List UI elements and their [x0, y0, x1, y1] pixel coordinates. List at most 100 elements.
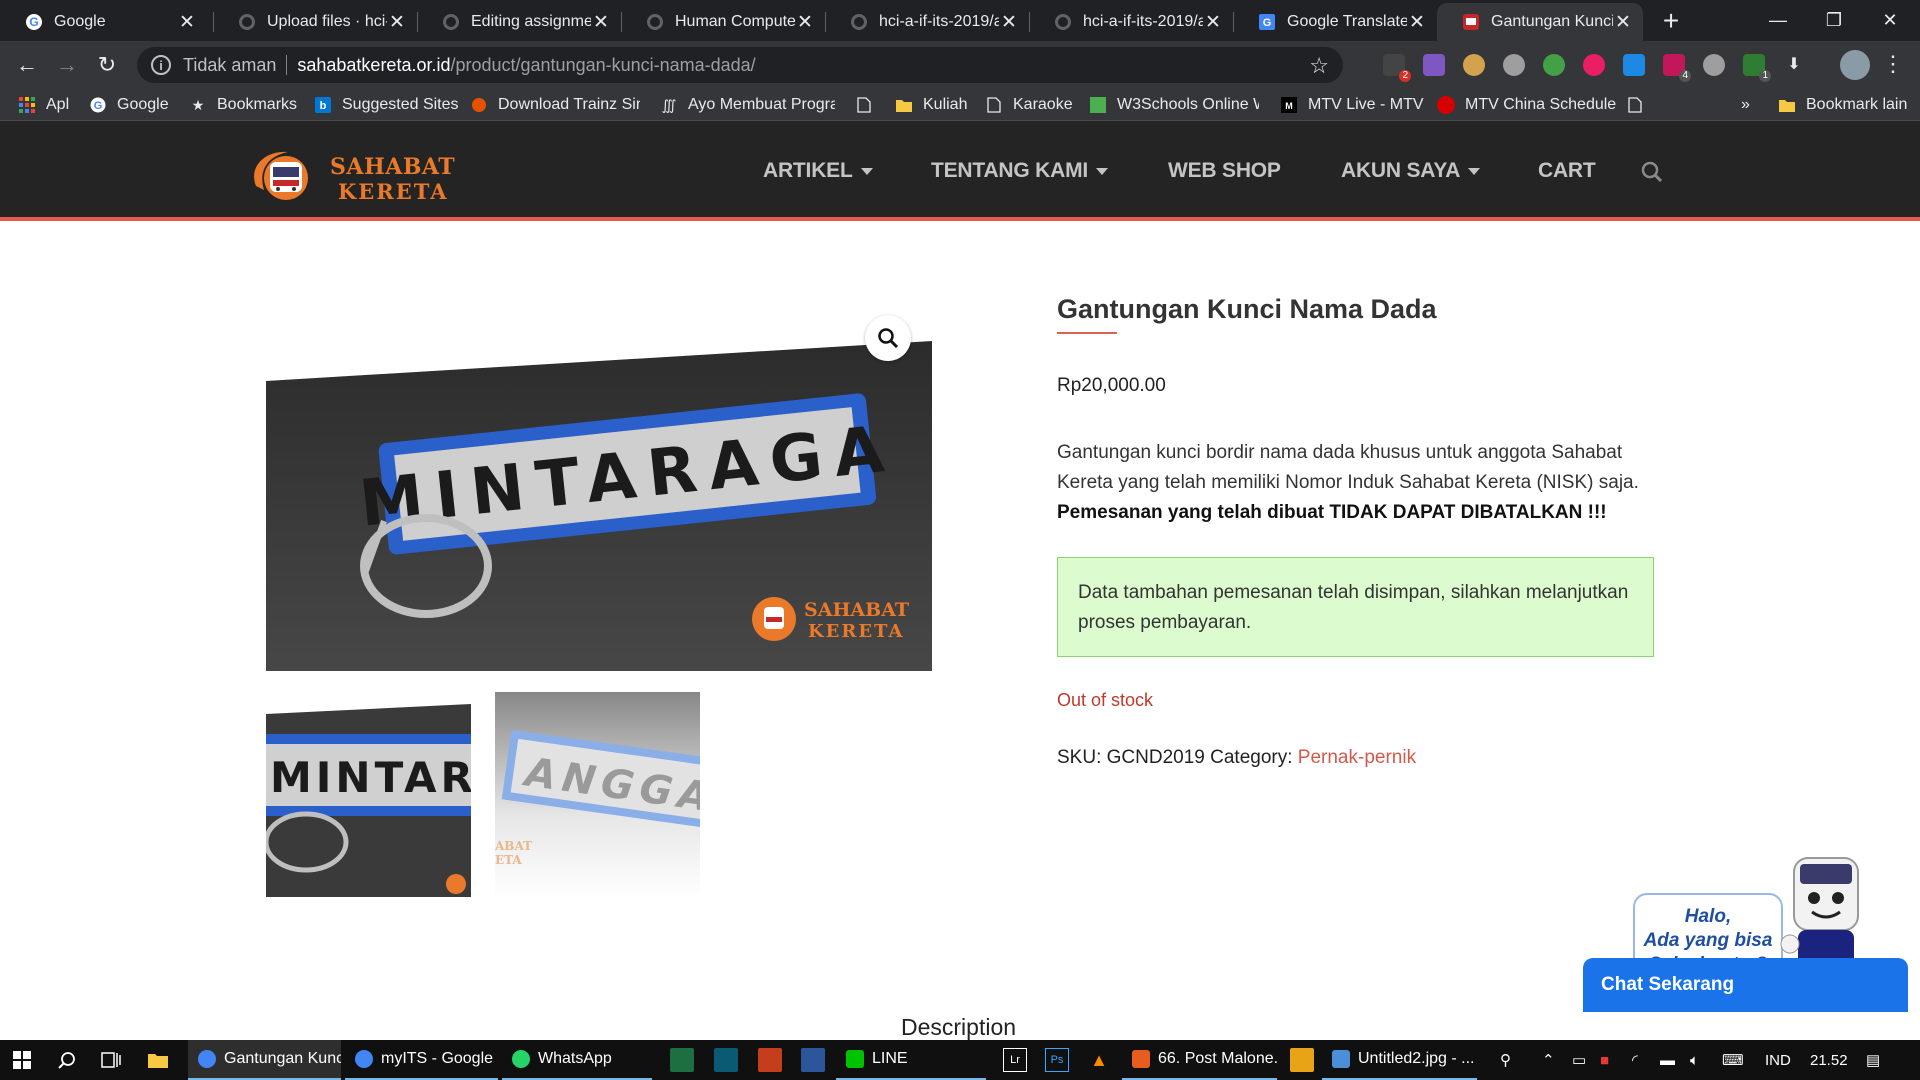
- bookmark-ayo-membuat[interactable]: ∭ Ayo Membuat Progra: [660, 93, 835, 117]
- info-icon[interactable]: i: [151, 55, 171, 75]
- nav-tentang-kami[interactable]: TENTANG KAMI: [931, 159, 1109, 183]
- windows-start-icon[interactable]: [10, 1048, 34, 1072]
- extension-icon[interactable]: [1543, 54, 1565, 76]
- tab-editing-assignment[interactable]: Editing assignmen ✕: [417, 3, 621, 41]
- taskbar-app-chrome[interactable]: myITS - Google ...: [345, 1040, 498, 1080]
- category-link[interactable]: Pernak-pernik: [1298, 747, 1416, 768]
- notifications-icon[interactable]: ▤: [1866, 1040, 1880, 1080]
- extension-icon[interactable]: [1503, 54, 1525, 76]
- antivirus-icon[interactable]: ■: [1600, 1040, 1609, 1080]
- minimize-icon[interactable]: —: [1750, 0, 1806, 40]
- word-icon[interactable]: [801, 1048, 825, 1072]
- sublime-text-icon[interactable]: [1290, 1048, 1314, 1072]
- volume-icon[interactable]: 🔈︎: [1690, 1040, 1699, 1080]
- search-icon[interactable]: [1640, 160, 1664, 184]
- bookmark-page[interactable]: [855, 93, 883, 117]
- powerpoint-icon[interactable]: [758, 1048, 782, 1072]
- wifi-icon[interactable]: ◜: [1632, 1040, 1638, 1080]
- close-icon[interactable]: ✕: [387, 11, 407, 34]
- extension-icon[interactable]: [1423, 54, 1445, 76]
- people-icon[interactable]: ⚲: [1500, 1040, 1511, 1080]
- bookmark-page[interactable]: [1626, 93, 1654, 117]
- close-icon[interactable]: ✕: [1407, 11, 1427, 34]
- search-icon[interactable]: [55, 1048, 79, 1072]
- bookmark-suggested-sites[interactable]: b Suggested Sites: [314, 93, 459, 117]
- menu-kebab-icon[interactable]: ⋮: [1882, 51, 1904, 79]
- restore-icon[interactable]: ❐: [1806, 0, 1862, 40]
- close-icon[interactable]: ✕: [177, 11, 197, 34]
- file-explorer-icon[interactable]: [146, 1048, 170, 1072]
- bookmark-google[interactable]: G Google: [89, 93, 169, 117]
- tab-description[interactable]: Description: [901, 1014, 1016, 1041]
- tab-google[interactable]: G Google ✕: [0, 3, 207, 41]
- bookmark-other-folder[interactable]: Bookmark lain: [1778, 93, 1907, 117]
- tab-upload-files[interactable]: Upload files · hci-a ✕: [213, 3, 417, 41]
- tab-google-translate[interactable]: G Google Translate ✕: [1233, 3, 1437, 41]
- bookmark-karaoke[interactable]: Karaoke: [985, 93, 1073, 117]
- close-icon[interactable]: ✕: [1613, 11, 1633, 34]
- product-meta: SKU: GCND2019 Category: Pernak-pernik: [1057, 747, 1416, 769]
- vlc-icon[interactable]: ▲: [1087, 1048, 1111, 1072]
- product-main-image[interactable]: MINTARAGA SAHABAT KERETA: [266, 321, 932, 671]
- nav-web-shop[interactable]: WEB SHOP: [1168, 159, 1281, 183]
- photoshop-icon[interactable]: Ps: [1045, 1048, 1069, 1072]
- bookmark-bookmarks[interactable]: ★ Bookmarks: [189, 93, 297, 117]
- language-indicator[interactable]: IND: [1765, 1040, 1791, 1080]
- bookmark-apps[interactable]: Apl: [18, 93, 69, 117]
- product-thumbnail-2[interactable]: ANGGA ABAT ETA: [495, 692, 700, 897]
- bookmark-label: Suggested Sites: [342, 96, 459, 113]
- new-tab-button[interactable]: +: [1656, 6, 1686, 36]
- tab-human-computer[interactable]: Human Computer ✕: [621, 3, 825, 41]
- nav-cart[interactable]: CART: [1538, 159, 1596, 183]
- cookie-icon[interactable]: [1463, 54, 1485, 76]
- battery-icon[interactable]: ▬: [1660, 1040, 1675, 1080]
- site-logo[interactable]: SAHABAT KERETA: [248, 146, 455, 206]
- chat-now-button[interactable]: Chat Sekarang: [1583, 958, 1908, 1012]
- network-device-icon[interactable]: ▭: [1572, 1040, 1586, 1080]
- close-icon[interactable]: ✕: [795, 11, 815, 34]
- taskbar-app-chrome-active[interactable]: Gantungan Kunc...: [188, 1040, 341, 1080]
- red-circle-icon: [1437, 96, 1455, 114]
- taskbar-app-line[interactable]: LINE: [836, 1040, 986, 1080]
- keyboard-icon[interactable]: ⌨: [1722, 1040, 1744, 1080]
- tab-hci-repo-1[interactable]: hci-a-if-its-2019/a ✕: [825, 3, 1029, 41]
- bookmark-star-icon[interactable]: ☆: [1309, 53, 1329, 79]
- task-view-icon[interactable]: [99, 1048, 123, 1072]
- close-icon[interactable]: ✕: [999, 11, 1019, 34]
- extension-icon[interactable]: 2: [1383, 54, 1411, 82]
- bookmark-kuliah[interactable]: Kuliah: [895, 93, 967, 117]
- nav-artikel[interactable]: ARTIKEL: [763, 159, 873, 183]
- bookmark-mtv-live[interactable]: M MTV Live - MTV: [1280, 93, 1424, 117]
- address-bar[interactable]: i Tidak aman sahabatkereta.or.id /produc…: [137, 47, 1343, 83]
- tab-hci-repo-2[interactable]: hci-a-if-its-2019/a ✕: [1029, 3, 1233, 41]
- product-thumbnail-1[interactable]: MINTARAG: [266, 692, 471, 897]
- back-icon[interactable]: ←: [12, 50, 42, 80]
- tray-chevron-up-icon[interactable]: ⌃: [1542, 1040, 1555, 1080]
- close-window-icon[interactable]: ✕: [1862, 0, 1918, 40]
- profile-avatar[interactable]: [1840, 50, 1870, 80]
- bookmark-mtv-china[interactable]: MTV China Schedule: [1437, 93, 1616, 117]
- close-icon[interactable]: ✕: [1203, 11, 1223, 34]
- close-icon[interactable]: ✕: [591, 11, 611, 34]
- taskbar-app-media-player[interactable]: 66. Post Malone...: [1122, 1040, 1277, 1080]
- excel-icon[interactable]: [670, 1048, 694, 1072]
- video-editor-icon[interactable]: [714, 1048, 738, 1072]
- zoom-magnifier-icon[interactable]: [865, 315, 911, 361]
- taskbar-app-whatsapp[interactable]: WhatsApp: [502, 1040, 652, 1080]
- reload-icon[interactable]: ↻: [92, 50, 122, 80]
- download-icon[interactable]: ⬇: [1783, 54, 1805, 76]
- bookmark-w3schools[interactable]: W3Schools Online W: [1089, 93, 1259, 117]
- forward-icon[interactable]: →: [52, 50, 82, 80]
- bookmark-download-trainz[interactable]: Download Trainz Sim: [470, 93, 640, 117]
- extension-icon[interactable]: [1583, 54, 1605, 76]
- tab-gantungan-kunci[interactable]: Gantungan Kunci N ✕: [1437, 3, 1643, 41]
- clock[interactable]: 21.52: [1810, 1040, 1848, 1080]
- shield-icon[interactable]: 1: [1743, 54, 1771, 82]
- lightroom-icon[interactable]: Lr: [1003, 1048, 1027, 1072]
- taskbar-app-image-editor[interactable]: Untitled2.jpg - ...: [1322, 1040, 1477, 1080]
- bookmarks-overflow-chevron[interactable]: »: [1741, 93, 1750, 117]
- extension-icon[interactable]: [1623, 54, 1645, 76]
- extension-icon[interactable]: 4: [1663, 54, 1691, 82]
- nav-akun-saya[interactable]: AKUN SAYA: [1341, 159, 1481, 183]
- chat-extension-icon[interactable]: [1703, 54, 1725, 76]
